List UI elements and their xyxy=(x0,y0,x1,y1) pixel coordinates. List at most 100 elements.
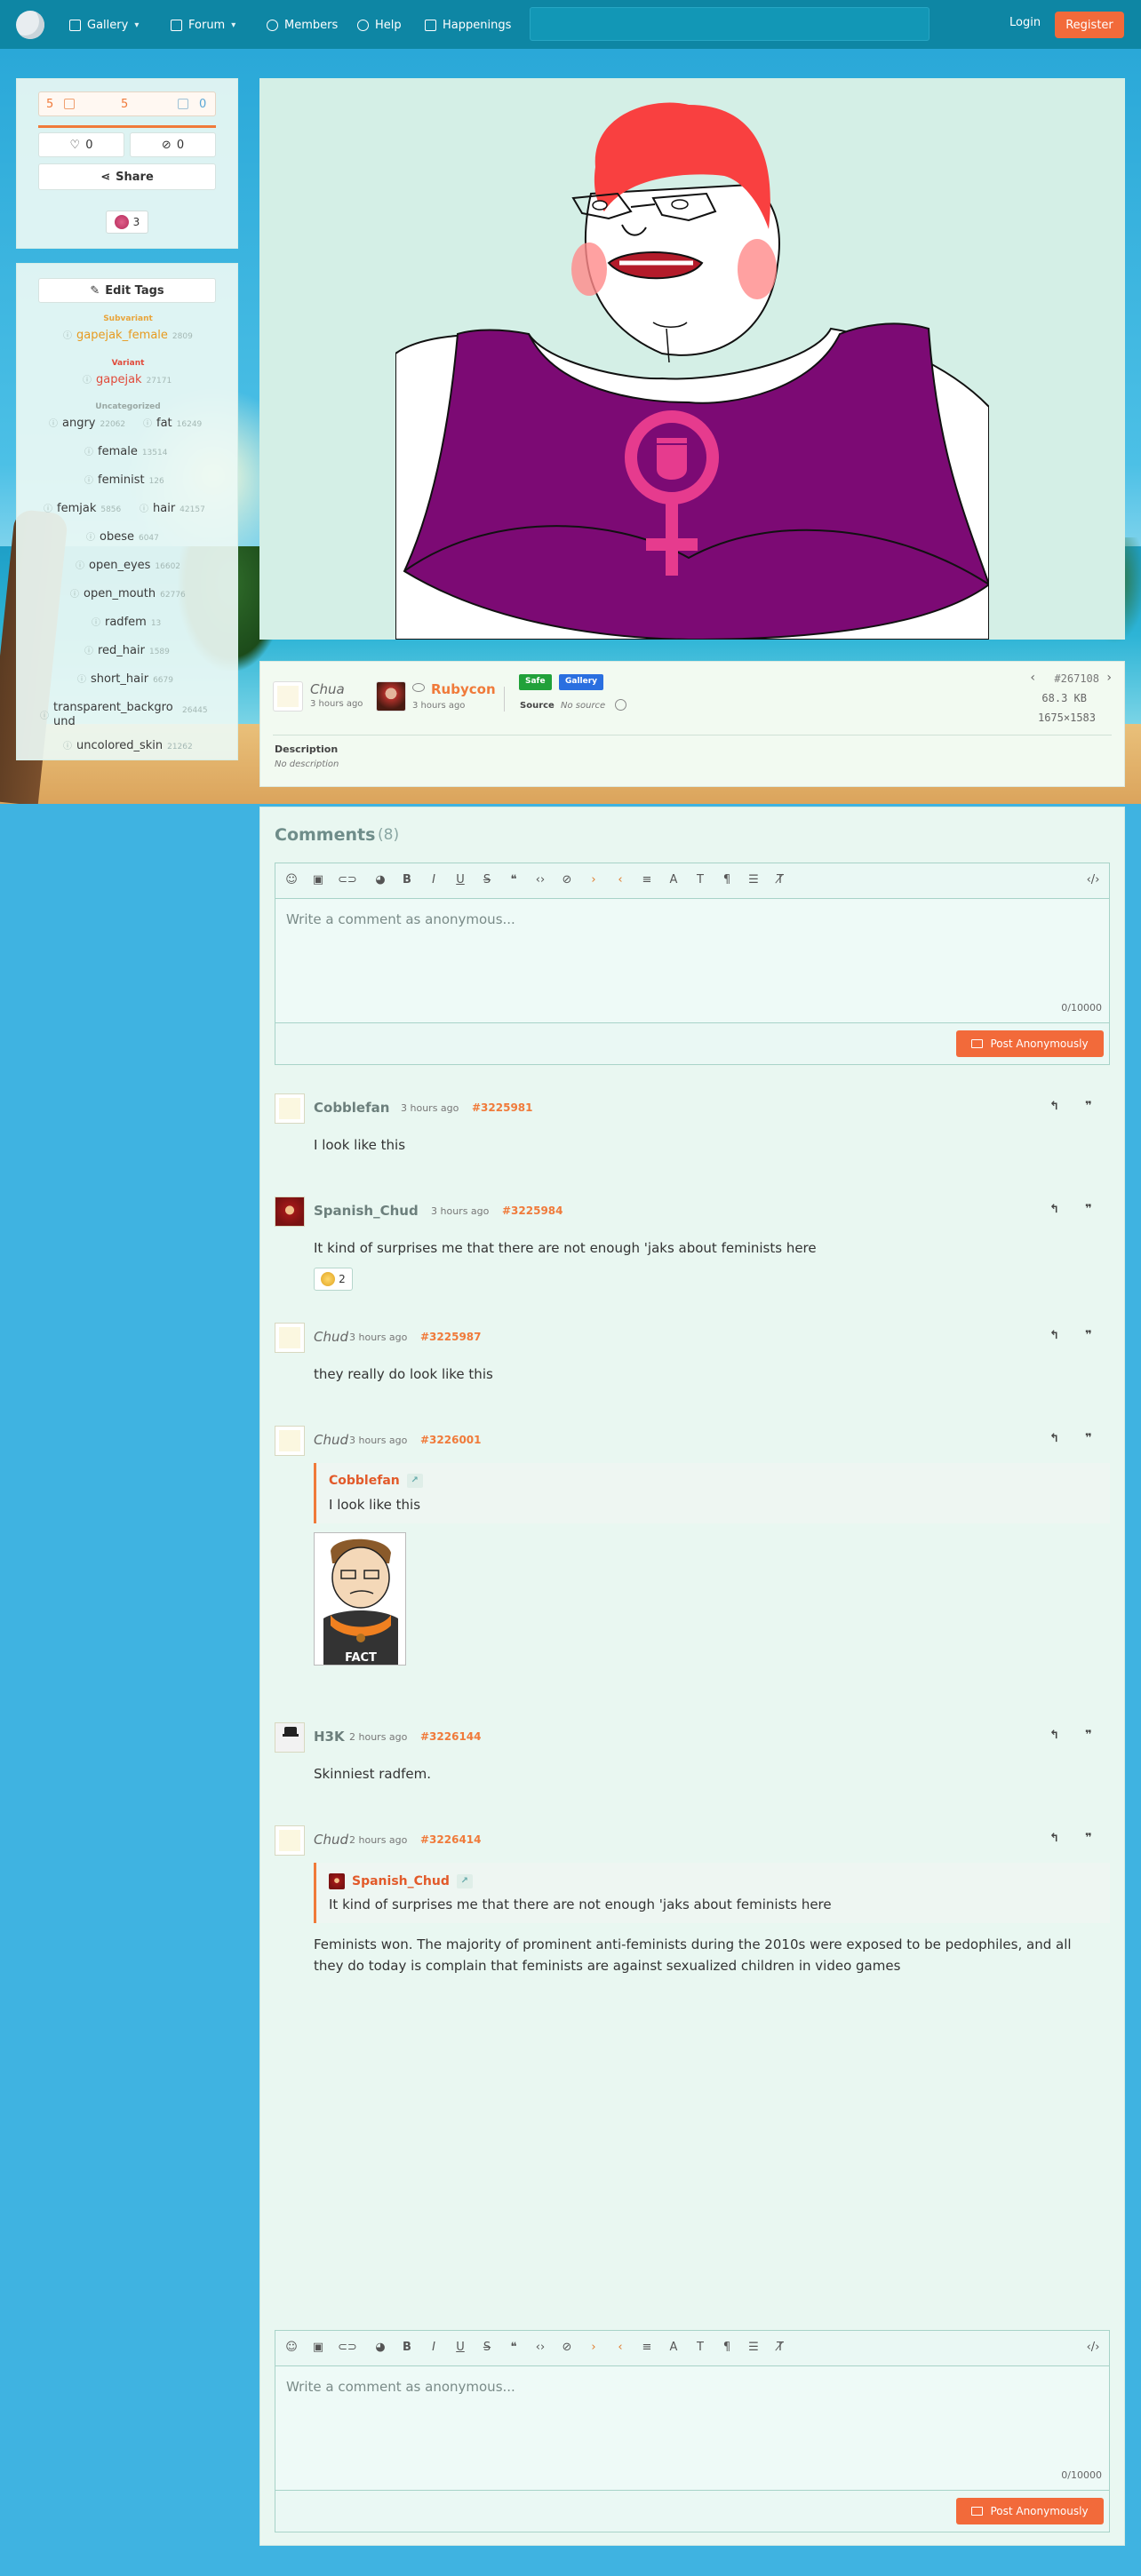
palette-icon[interactable]: ◕ xyxy=(373,2341,387,2355)
tag-short-hair[interactable]: ⓘ short_hair 6679 xyxy=(77,672,173,686)
tag-obese[interactable]: ⓘ obese 6047 xyxy=(86,529,159,544)
comment-id[interactable]: #3226144 xyxy=(420,1730,482,1743)
comment-image[interactable]: FACT xyxy=(314,1532,406,1666)
history-icon[interactable] xyxy=(615,699,626,711)
share-button[interactable]: ⋖ Share xyxy=(38,163,216,190)
next-image-button[interactable]: › xyxy=(1106,671,1112,685)
thumbs-up-icon[interactable] xyxy=(64,99,75,109)
post-anonymously-button[interactable]: Post Anonymously xyxy=(956,2498,1104,2524)
code-icon[interactable]: ‹› xyxy=(533,2341,547,2355)
site-logo[interactable] xyxy=(16,11,44,39)
comment-textarea[interactable]: Write a comment as anonymous... 0/10000 xyxy=(275,2366,1109,2491)
favorite-button[interactable]: ♡ 0 xyxy=(38,132,124,157)
comment-id[interactable]: #3226414 xyxy=(420,1833,482,1846)
thumbs-down-icon[interactable] xyxy=(178,99,188,109)
comment-author[interactable]: Spanish_Chud xyxy=(314,1203,419,1219)
spoiler-icon[interactable]: ⊘ xyxy=(560,2341,574,2355)
strikethrough-icon[interactable]: S xyxy=(480,2341,494,2355)
emoji-icon[interactable]: ☺ xyxy=(284,2341,299,2355)
code-icon[interactable]: ‹› xyxy=(533,873,547,887)
align-icon[interactable]: ≡ xyxy=(640,873,654,887)
orangetext-icon[interactable]: ‹ xyxy=(613,873,627,887)
comment-author[interactable]: Chud xyxy=(314,1832,348,1848)
nav-members[interactable]: Members xyxy=(267,15,338,35)
tag-radfem[interactable]: ⓘ radfem 13 xyxy=(92,615,161,629)
comment-textarea[interactable]: Write a comment as anonymous... 0/10000 xyxy=(275,899,1109,1023)
avatar[interactable] xyxy=(275,1197,305,1227)
quote-icon[interactable]: ❞ xyxy=(1085,1432,1092,1445)
font-size-icon[interactable]: T xyxy=(693,2341,707,2355)
main-image[interactable] xyxy=(395,96,991,641)
comment-id[interactable]: #3225981 xyxy=(472,1101,533,1114)
hide-button[interactable]: ⊘ 0 xyxy=(130,132,216,157)
paragraph-icon[interactable]: ¶ xyxy=(720,873,734,887)
reply-icon[interactable]: ↰ xyxy=(1049,1100,1059,1113)
image-icon[interactable]: ▣ xyxy=(311,2341,325,2355)
approver-avatar[interactable] xyxy=(376,681,406,712)
clear-format-icon[interactable]: T̸ xyxy=(773,873,787,887)
tag-open-mouth[interactable]: ⓘ open_mouth 62776 xyxy=(70,586,186,600)
text-color-icon[interactable]: A xyxy=(666,2341,681,2355)
clear-format-icon[interactable]: T̸ xyxy=(773,2341,787,2355)
spoiler-icon[interactable]: ⊘ xyxy=(560,873,574,887)
tag-angry[interactable]: ⓘ angry 22062 xyxy=(49,416,125,430)
link-icon[interactable]: ⊂⊃ xyxy=(338,2341,357,2355)
list-icon[interactable]: ☰ xyxy=(746,2341,761,2355)
quote-icon[interactable]: ❞ xyxy=(1085,1329,1092,1342)
approver-name[interactable]: Rubycon xyxy=(431,681,496,697)
tag-gapejak-female[interactable]: ⓘ gapejak_female 2809 xyxy=(63,328,193,342)
nav-gallery[interactable]: Gallery ▾ xyxy=(69,15,139,35)
quote-icon[interactable]: ❞ xyxy=(1085,1832,1092,1845)
source-mode-icon[interactable]: ‹/› xyxy=(1086,2341,1100,2355)
nav-happenings[interactable]: Happenings xyxy=(425,15,511,35)
italic-icon[interactable]: I xyxy=(427,873,441,887)
tag-open-eyes[interactable]: ⓘ open_eyes 16602 xyxy=(76,558,180,572)
font-size-icon[interactable]: T xyxy=(693,873,707,887)
link-icon[interactable]: ⊂⊃ xyxy=(338,873,357,887)
avatar[interactable] xyxy=(275,1323,305,1353)
avatar[interactable] xyxy=(275,1093,305,1124)
uploader-avatar[interactable] xyxy=(273,681,303,712)
previous-image-button[interactable]: ‹ xyxy=(1030,671,1035,685)
list-icon[interactable]: ☰ xyxy=(746,873,761,887)
tag-feminist[interactable]: ⓘ feminist 126 xyxy=(84,473,164,487)
italic-icon[interactable]: I xyxy=(427,2341,441,2355)
comment-author[interactable]: H3K xyxy=(314,1729,345,1745)
underline-icon[interactable]: U xyxy=(453,2341,467,2355)
reaction-chip[interactable]: 3 xyxy=(106,211,148,234)
quote-author[interactable]: Spanish_Chud ↗ xyxy=(329,1873,473,1889)
underline-icon[interactable]: U xyxy=(453,873,467,887)
greentext-icon[interactable]: › xyxy=(586,873,601,887)
login-link[interactable]: Login xyxy=(1009,16,1041,29)
reply-icon[interactable]: ↰ xyxy=(1049,1329,1059,1342)
nav-help[interactable]: Help xyxy=(357,15,402,35)
comment-id[interactable]: #3225987 xyxy=(420,1331,482,1343)
comment-id[interactable]: #3225984 xyxy=(502,1205,563,1217)
quote-icon[interactable]: ❞ xyxy=(1085,1203,1092,1216)
quote-author[interactable]: Cobblefan ↗ xyxy=(329,1474,423,1488)
tag-transparent-background[interactable]: ⓘ transparent_background 26445 xyxy=(40,701,208,729)
text-color-icon[interactable]: A xyxy=(666,873,681,887)
external-link-icon[interactable]: ↗ xyxy=(406,1474,423,1488)
paragraph-icon[interactable]: ¶ xyxy=(720,2341,734,2355)
quote-icon[interactable]: ❝ xyxy=(507,2341,521,2355)
greentext-icon[interactable]: › xyxy=(586,2341,601,2355)
reply-icon[interactable]: ↰ xyxy=(1049,1432,1059,1445)
source-mode-icon[interactable]: ‹/› xyxy=(1086,873,1100,887)
tag-gapejak[interactable]: ⓘ gapejak 27171 xyxy=(83,372,172,386)
quote-icon[interactable]: ❞ xyxy=(1085,1100,1092,1113)
avatar[interactable] xyxy=(275,1722,305,1753)
comment-author[interactable]: Chud xyxy=(314,1432,348,1448)
comment-author[interactable]: Cobblefan xyxy=(314,1100,389,1116)
category-badge[interactable]: Gallery xyxy=(559,674,604,690)
tag-femjak[interactable]: ⓘ femjak 5856 xyxy=(44,501,121,515)
reply-icon[interactable]: ↰ xyxy=(1049,1832,1059,1845)
emoji-icon[interactable]: ☺ xyxy=(284,873,299,887)
tag-hair[interactable]: ⓘ hair 42157 xyxy=(140,501,205,515)
tag-uncolored-skin[interactable]: ⓘ uncolored_skin 21262 xyxy=(63,738,193,752)
bold-icon[interactable]: B xyxy=(400,873,414,887)
palette-icon[interactable]: ◕ xyxy=(373,873,387,887)
tag-female[interactable]: ⓘ female 13514 xyxy=(84,444,167,458)
tag-fat[interactable]: ⓘ fat 16249 xyxy=(143,416,202,430)
avatar[interactable] xyxy=(275,1426,305,1456)
